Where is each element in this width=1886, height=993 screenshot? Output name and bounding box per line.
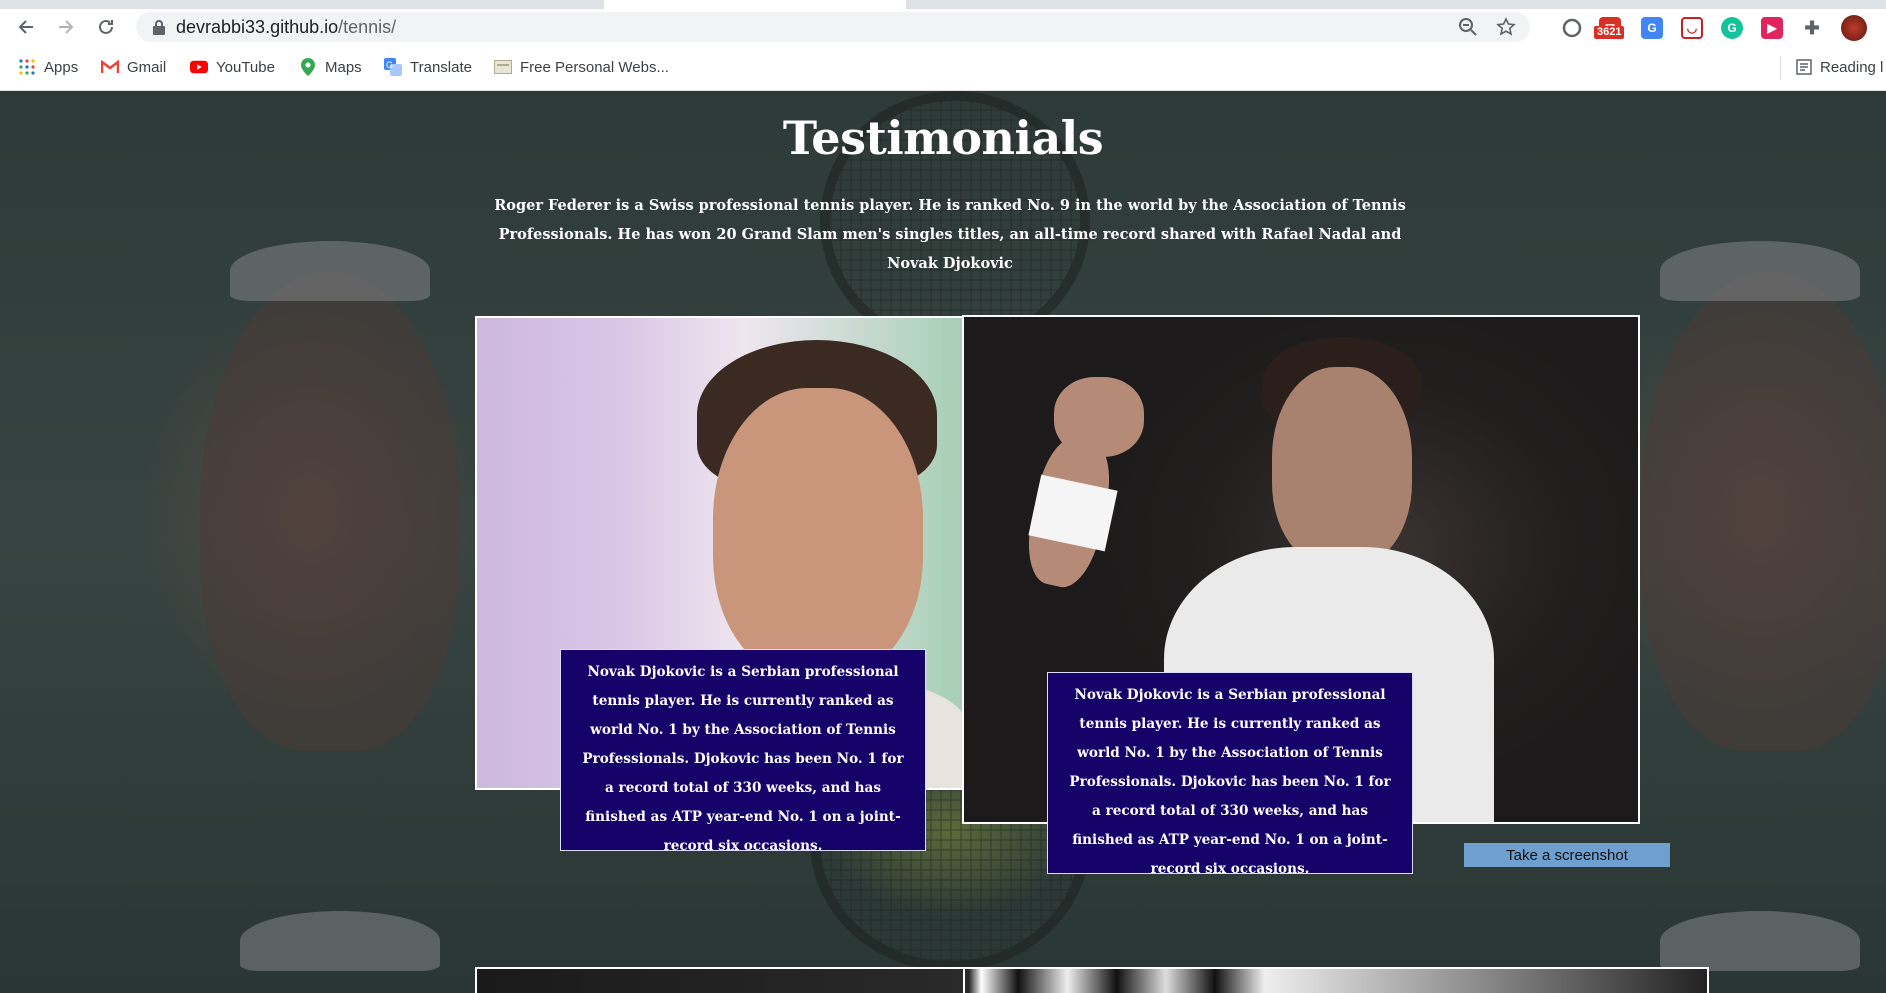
apps-grid-icon	[18, 58, 36, 76]
intro-text: Roger Federer is a Swiss professional te…	[494, 197, 1406, 272]
tab-strip	[0, 0, 1886, 9]
bookmarks-separator	[1780, 56, 1781, 80]
google-translate-ext-icon[interactable]: G	[1641, 17, 1663, 39]
arrow-right-icon	[59, 20, 74, 34]
photo-divider	[963, 969, 965, 993]
zoom-out-icon[interactable]	[1458, 17, 1478, 41]
active-tab[interactable]	[604, 0, 906, 9]
forward-button[interactable]	[52, 13, 80, 41]
translate-icon: G	[384, 58, 402, 76]
gmail-icon	[101, 58, 119, 76]
star-bookmark-icon[interactable]	[1496, 17, 1516, 41]
reload-icon	[99, 19, 113, 34]
testimonial-caption-1: Novak Djokovic is a Serbian professional…	[560, 649, 926, 854]
bookmarks-bar: Apps Gmail YouTube Maps G Translate Free…	[0, 45, 1886, 91]
djokovic-face	[1272, 367, 1412, 567]
bookmark-maps[interactable]: Maps	[299, 56, 362, 78]
federer-face	[713, 388, 923, 678]
extensions-puzzle-icon[interactable]: ✚	[1801, 17, 1823, 39]
bookmark-free-personal-webs[interactable]: Free Personal Webs...	[494, 56, 669, 78]
reading-list-icon	[1796, 59, 1812, 75]
bookmark-translate[interactable]: G Translate	[384, 56, 472, 78]
testimonial-caption-2: Novak Djokovic is a Serbian professional…	[1047, 672, 1413, 877]
youtube-icon	[190, 58, 208, 76]
bg-cap-bottom-right	[1660, 911, 1860, 971]
lock-icon	[150, 18, 168, 36]
maps-icon	[299, 58, 317, 76]
next-photo-row	[475, 967, 1709, 993]
bg-player-right	[1640, 271, 1886, 751]
grammarly-g-icon[interactable]	[1561, 17, 1583, 39]
bookmark-youtube[interactable]: YouTube	[190, 56, 275, 78]
bg-cap-right	[1660, 241, 1860, 301]
bg-cap-bottom-left	[240, 911, 440, 971]
bookmark-apps[interactable]: Apps	[18, 56, 78, 78]
bookmark-page-icon	[494, 58, 512, 76]
bookmark-gmail[interactable]: Gmail	[101, 56, 166, 78]
reading-list-button[interactable]: Reading l	[1784, 56, 1883, 78]
profile-avatar[interactable]	[1841, 15, 1867, 41]
pocket-icon[interactable]: ◡	[1681, 17, 1703, 39]
bg-player-left	[200, 271, 460, 751]
url-text: devrabbi33.github.io/tennis/	[176, 16, 397, 37]
address-bar[interactable]: devrabbi33.github.io/tennis/	[136, 12, 1530, 42]
svg-text:G: G	[386, 60, 393, 70]
take-screenshot-button[interactable]: Take a screenshot	[1464, 843, 1670, 867]
arrow-left-icon	[18, 20, 33, 34]
grammarly-icon[interactable]: G	[1721, 17, 1743, 39]
section-title: Testimonials	[782, 111, 1104, 165]
mail-count-badge: 3621	[1594, 26, 1625, 39]
testimonials-section: Testimonials Roger Federer is a Swiss pr…	[0, 91, 1886, 993]
back-button[interactable]	[12, 13, 40, 41]
video-ext-icon[interactable]: ▶	[1761, 17, 1783, 39]
bg-cap-left	[230, 241, 430, 301]
reload-button[interactable]	[92, 13, 120, 41]
djokovic-fist	[1054, 377, 1144, 457]
